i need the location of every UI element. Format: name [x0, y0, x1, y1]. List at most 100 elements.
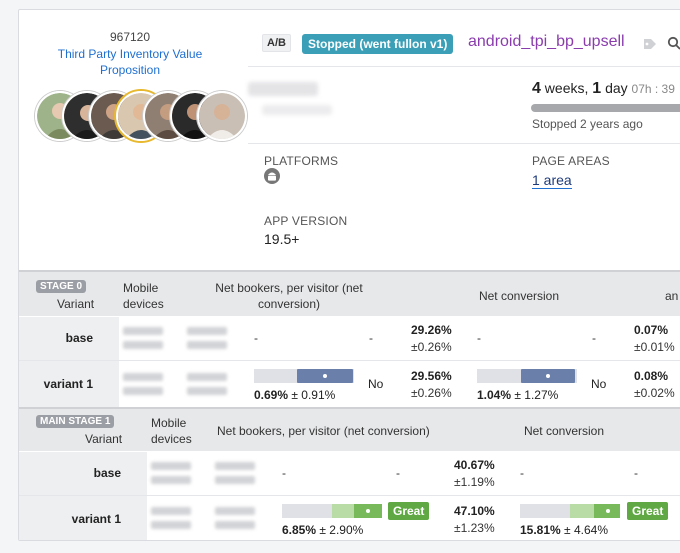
experiment-card: 967120 Third Party Inventory Value Propo…	[18, 9, 680, 541]
metric-value-pm: ±1.19%	[454, 475, 495, 489]
avatar[interactable]	[197, 91, 247, 141]
metric-header: an	[665, 289, 679, 303]
cell-dash: -	[369, 331, 373, 345]
cell-dash: -	[520, 466, 524, 480]
ci-point	[323, 374, 327, 378]
ci-value-main: 15.81%	[520, 523, 561, 537]
ci-value-main: 0.69%	[254, 388, 289, 402]
duration-weeks-label: weeks,	[544, 80, 589, 96]
metric-value: 0.08% ±0.02%	[634, 368, 675, 402]
stage-badge: STAGE 0	[36, 280, 87, 293]
metric-value-pm: ±0.01%	[634, 340, 675, 354]
metric-value: 29.26% ±0.26%	[411, 322, 452, 356]
cell-dash: -	[254, 331, 258, 345]
obscured-cell	[187, 370, 227, 400]
ci-value-pm: ± 1.27%	[514, 388, 559, 402]
ci-point	[606, 509, 610, 513]
ci-value-pm: ± 4.64%	[564, 523, 608, 537]
metric-value: 40.67% ±1.19%	[454, 457, 495, 491]
metric-value-pm: ±0.26%	[411, 340, 452, 354]
metric-header: Net bookers, per visitor (net conversion…	[215, 281, 363, 311]
verdict-badge: Great	[388, 502, 430, 520]
verdict-badge: Great	[627, 502, 669, 520]
ci-value: 1.04% ± 1.27%	[477, 388, 558, 402]
status-badge: Stopped (went fullon v1)	[302, 34, 454, 54]
ci-point	[366, 509, 370, 513]
obscured-cell	[187, 324, 227, 354]
android-icon	[264, 168, 280, 184]
search-icon[interactable]	[667, 36, 680, 50]
variant-name: variant 1	[43, 377, 93, 391]
metric-value-pm: ±0.26%	[411, 386, 452, 400]
obscured-cell	[151, 459, 191, 489]
metric-value-main: 47.10%	[454, 504, 495, 518]
variant-name: base	[93, 466, 121, 480]
obscured-cell	[123, 324, 163, 354]
duration-days: 1	[592, 80, 602, 97]
metric-value-main: 29.26%	[411, 323, 452, 337]
ci-value: 15.81% ± 4.64%	[520, 523, 608, 537]
obscured-metric-sub	[262, 105, 332, 115]
page-areas-label: PAGE AREAS	[532, 154, 610, 168]
obscured-cell	[215, 504, 255, 534]
metric-value: 47.10% ±1.23%	[454, 503, 495, 537]
page-areas-link[interactable]: 1 area	[532, 172, 572, 189]
obscured-cell	[151, 504, 191, 534]
metric-value-main: 40.67%	[454, 458, 495, 472]
divider	[248, 143, 680, 144]
duration-extra: 07h : 39	[631, 82, 675, 96]
experiment-title-link[interactable]: Third Party Inventory Value Proposition	[49, 46, 211, 78]
tag-icon[interactable]	[643, 38, 657, 50]
mobile-devices-header: Mobile devices	[151, 416, 192, 446]
metric-value-main: 0.08%	[634, 369, 669, 383]
duration-progress-bar	[531, 104, 680, 112]
divider	[248, 66, 680, 67]
obscured-cell	[123, 370, 163, 400]
metric-value-pm: ±1.23%	[454, 521, 495, 535]
cell-dash: -	[477, 331, 481, 345]
metric-value: 0.07% ±0.01%	[634, 322, 675, 356]
stopped-ago: Stopped 2 years ago	[532, 117, 643, 131]
ci-value-main: 1.04%	[477, 388, 512, 402]
android-glyph	[268, 172, 276, 181]
table-row: variant 1 6.85% ± 2.90% Great 47.10% ±1.2…	[19, 495, 680, 540]
mobile-devices-header: Mobile devices	[123, 281, 164, 311]
variant-header: Variant	[57, 297, 95, 311]
app-version-value: 19.5+	[264, 231, 300, 247]
verdict: No	[591, 377, 607, 391]
stage0-header: STAGE 0 Variant Mobile devices Net booke…	[19, 270, 680, 316]
cell-dash: -	[282, 466, 286, 480]
duration: 4 weeks, 1 day 07h : 39	[532, 80, 675, 98]
metric-value-main: 0.07%	[634, 323, 669, 337]
metric-header: Net conversion	[478, 289, 560, 303]
ci-value: 6.85% ± 2.90%	[282, 523, 363, 537]
table-row: variant 1 0.69% ± 0.91% No 29.56% ±0.26% …	[19, 360, 680, 409]
experiment-name-link[interactable]: android_tpi_bp_upsell	[468, 33, 625, 51]
avatar-image	[199, 93, 245, 139]
metric-value-pm: ±0.02%	[634, 386, 675, 400]
table-row: base - - 40.67% ±1.19% - -	[19, 451, 680, 496]
ci-value-pm: ± 2.90%	[319, 523, 364, 537]
metric-value-main: 29.56%	[411, 369, 452, 383]
variant-header: Variant	[85, 432, 123, 446]
obscured-cell	[215, 459, 255, 489]
duration-weeks: 4	[532, 80, 541, 97]
cell-dash: -	[396, 466, 400, 480]
ci-value-main: 6.85%	[282, 523, 317, 537]
stage-badge: MAIN STAGE 1	[36, 415, 115, 428]
ci-point	[546, 374, 550, 378]
ci-value: 0.69% ± 0.91%	[254, 388, 335, 402]
metric-value: 29.56% ±0.26%	[411, 368, 452, 402]
metric-header: Net conversion	[523, 424, 605, 438]
table-row: base - - 29.26% ±0.26% - - 0.07% ±0.01%	[19, 316, 680, 361]
stage1-header: MAIN STAGE 1 Variant Mobile devices Net …	[19, 407, 680, 451]
experiment-id: 967120	[109, 30, 151, 44]
team-avatars	[35, 91, 247, 143]
variant-name: variant 1	[71, 512, 121, 526]
duration-days-label: day	[605, 80, 628, 96]
obscured-metric	[248, 82, 318, 96]
verdict: No	[368, 377, 384, 391]
cell-dash: -	[634, 466, 638, 480]
ab-badge: A/B	[262, 34, 291, 52]
metric-header: Net bookers, per visitor (net conversion…	[217, 424, 430, 438]
